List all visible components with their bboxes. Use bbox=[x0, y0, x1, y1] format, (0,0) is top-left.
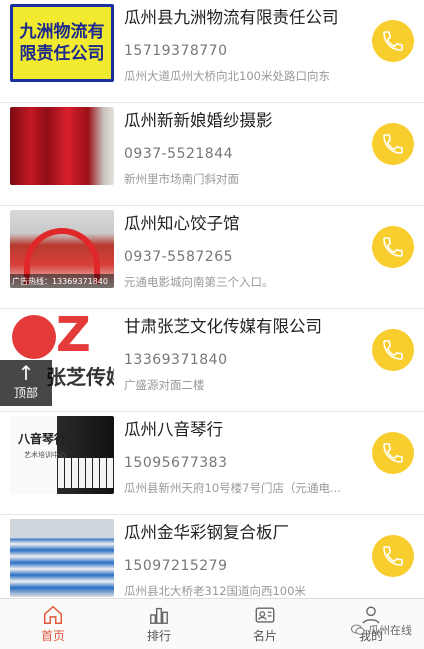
listing-address: 广盛源对面二楼 bbox=[124, 378, 205, 392]
phone-icon bbox=[383, 546, 403, 566]
tab-card[interactable]: 名片 bbox=[212, 599, 318, 649]
home-icon bbox=[44, 605, 62, 624]
call-button[interactable] bbox=[372, 123, 414, 165]
tab-label: 首页 bbox=[40, 629, 65, 643]
listing-address: 瓜州大道瓜州大桥向北100米处路口向东 bbox=[124, 69, 330, 83]
call-button[interactable] bbox=[372, 432, 414, 474]
call-button[interactable] bbox=[372, 226, 414, 268]
list-item[interactable]: 八音琴行 艺术培训中心 瓜州八音琴行 15095677383 瓜州县新州天府10… bbox=[0, 412, 424, 515]
listing-address: 瓜州县新州天府10号楼7号门店（元通电... bbox=[124, 481, 341, 495]
phone-icon bbox=[383, 31, 403, 51]
back-to-top-button[interactable]: ↑ 顶部 bbox=[0, 360, 52, 406]
tab-label: 排行 bbox=[146, 629, 171, 643]
phone-icon bbox=[383, 443, 403, 463]
listing-thumbnail: 九洲物流有 限责任公司 bbox=[10, 4, 114, 82]
back-to-top-label: 顶部 bbox=[13, 386, 38, 400]
tab-ranking[interactable]: 排行 bbox=[106, 599, 212, 649]
call-button[interactable] bbox=[372, 535, 414, 577]
listing-phone: 13369371840 bbox=[124, 352, 228, 368]
listing-title[interactable]: 瓜州县九洲物流有限责任公司 bbox=[124, 4, 339, 28]
phone-icon bbox=[383, 340, 403, 360]
list-item[interactable]: Z 张芝传媒 甘肃张芝文化传媒有限公司 13369371840 广盛源对面二楼 bbox=[0, 309, 424, 412]
listing-thumbnail bbox=[10, 519, 114, 597]
listing-title[interactable]: 甘肃张芝文化传媒有限公司 bbox=[124, 313, 322, 337]
listing-address: 新州里市场南门斜对面 bbox=[124, 172, 239, 186]
listing-title[interactable]: 瓜州知心饺子馆 bbox=[124, 210, 240, 234]
listing-phone: 15097215279 bbox=[124, 558, 228, 574]
listing-title[interactable]: 瓜州八音琴行 bbox=[124, 416, 223, 440]
listing-phone: 15095677383 bbox=[124, 455, 228, 471]
phone-icon bbox=[383, 237, 403, 257]
listing-thumbnail: 八音琴行 艺术培训中心 bbox=[10, 416, 114, 494]
card-icon bbox=[255, 607, 275, 623]
ranking-icon bbox=[150, 607, 168, 624]
call-button[interactable] bbox=[372, 20, 414, 62]
list-item[interactable]: 九洲物流有 限责任公司 瓜州县九洲物流有限责任公司 15719378770 瓜州… bbox=[0, 0, 424, 103]
phone-icon bbox=[383, 134, 403, 154]
listing-title[interactable]: 瓜州新新娘婚纱摄影 bbox=[124, 107, 273, 131]
watermark-text: 瓜州在线 bbox=[368, 624, 412, 637]
list-item[interactable]: 瓜州新新娘婚纱摄影 0937-5521844 新州里市场南门斜对面 bbox=[0, 103, 424, 206]
watermark: 瓜州在线 bbox=[351, 622, 412, 638]
list-item[interactable]: 广告热线：13369371840 瓜州知心饺子馆 0937-5587265 元通… bbox=[0, 206, 424, 309]
listing-address: 瓜州县北大桥老312国道向西100米 bbox=[124, 584, 306, 598]
logo-mark bbox=[12, 315, 56, 359]
tab-home[interactable]: 首页 bbox=[0, 599, 106, 649]
listing-title[interactable]: 瓜州金华彩钢复合板厂 bbox=[124, 519, 289, 543]
listing-thumbnail bbox=[10, 107, 114, 185]
arrow-up-icon: ↑ bbox=[17, 361, 35, 385]
tab-label: 名片 bbox=[252, 629, 277, 643]
listing-address: 元通电影城向南第三个入口。 bbox=[124, 275, 274, 289]
list-item[interactable]: 瓜州金华彩钢复合板厂 15097215279 瓜州县北大桥老312国道向西100… bbox=[0, 515, 424, 598]
listing-phone: 0937-5521844 bbox=[124, 146, 234, 162]
listing-phone: 0937-5587265 bbox=[124, 249, 234, 265]
call-button[interactable] bbox=[372, 329, 414, 371]
piano-keys bbox=[58, 458, 114, 488]
listing-thumbnail: 广告热线：13369371840 bbox=[10, 210, 114, 288]
wechat-icon bbox=[351, 624, 365, 635]
listing-list: 九洲物流有 限责任公司 瓜州县九洲物流有限责任公司 15719378770 瓜州… bbox=[0, 0, 424, 598]
listing-phone: 15719378770 bbox=[124, 43, 228, 59]
